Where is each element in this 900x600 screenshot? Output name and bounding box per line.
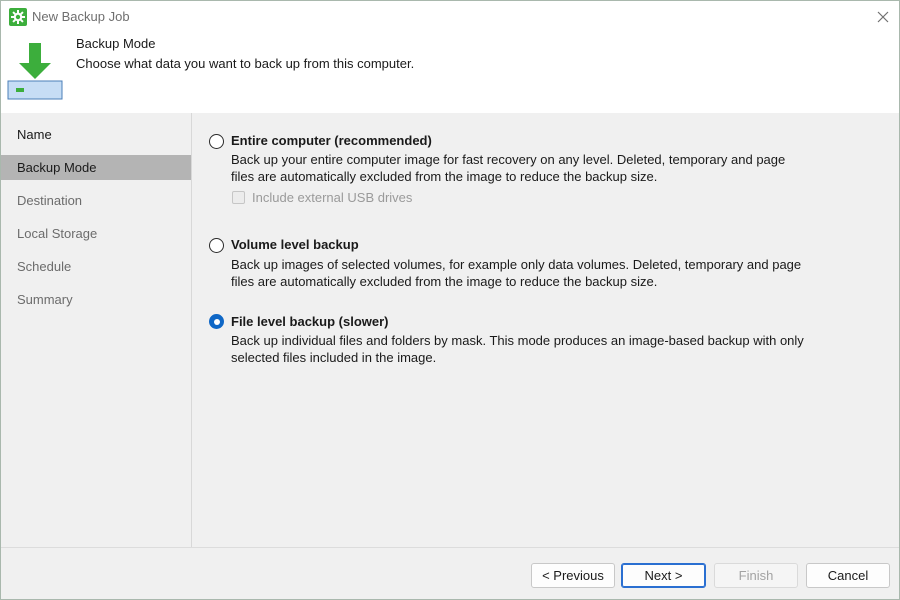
wizard-steps-sidebar: Name Backup Mode Destination Local Stora… bbox=[1, 113, 191, 547]
new-backup-job-window: New Backup Job Backup Mode Choose what d… bbox=[0, 0, 900, 600]
close-icon[interactable] bbox=[873, 7, 893, 27]
volume-level-radio[interactable] bbox=[209, 238, 224, 253]
next-button[interactable]: Next > bbox=[621, 563, 706, 588]
entire-computer-description-line-1: Back up your entire computer image for f… bbox=[231, 152, 786, 167]
backup-mode-options: Entire computer (recommended) Back up yo… bbox=[192, 113, 899, 547]
download-arrow-drive-icon bbox=[7, 43, 63, 100]
sidebar-item-backup-mode[interactable]: Backup Mode bbox=[1, 155, 191, 180]
sidebar-item-summary[interactable]: Summary bbox=[1, 287, 191, 312]
finish-button[interactable]: Finish bbox=[714, 563, 798, 588]
page-title: Backup Mode bbox=[76, 36, 156, 51]
page-header: Backup Mode Choose what data you want to… bbox=[1, 33, 899, 113]
file-level-radio[interactable] bbox=[209, 314, 224, 329]
wizard-footer: < Previous Next > Finish Cancel bbox=[1, 547, 899, 599]
sidebar-item-local-storage[interactable]: Local Storage bbox=[1, 221, 191, 246]
title-bar: New Backup Job bbox=[1, 1, 899, 33]
entire-computer-label[interactable]: Entire computer (recommended) bbox=[231, 133, 432, 148]
include-usb-drives-label[interactable]: Include external USB drives bbox=[252, 190, 412, 205]
window-title: New Backup Job bbox=[32, 9, 130, 24]
gear-app-icon bbox=[9, 8, 27, 26]
entire-computer-description-line-2: files are automatically excluded from th… bbox=[231, 169, 658, 184]
sidebar-item-name[interactable]: Name bbox=[1, 122, 191, 147]
sidebar-item-destination[interactable]: Destination bbox=[1, 188, 191, 213]
entire-computer-radio[interactable] bbox=[209, 134, 224, 149]
sidebar-item-schedule[interactable]: Schedule bbox=[1, 254, 191, 279]
cancel-button[interactable]: Cancel bbox=[806, 563, 890, 588]
volume-level-label[interactable]: Volume level backup bbox=[231, 237, 359, 252]
previous-button[interactable]: < Previous bbox=[531, 563, 615, 588]
volume-level-description-line-1: Back up images of selected volumes, for … bbox=[231, 257, 802, 272]
include-usb-drives-checkbox[interactable] bbox=[232, 191, 245, 204]
page-subtitle: Choose what data you want to back up fro… bbox=[76, 56, 415, 71]
file-level-label[interactable]: File level backup (slower) bbox=[231, 314, 389, 329]
file-level-description-line-2: selected files included in the image. bbox=[231, 350, 437, 365]
file-level-description-line-1: Back up individual files and folders by … bbox=[231, 333, 804, 348]
volume-level-description-line-2: files are automatically excluded from th… bbox=[231, 274, 658, 289]
